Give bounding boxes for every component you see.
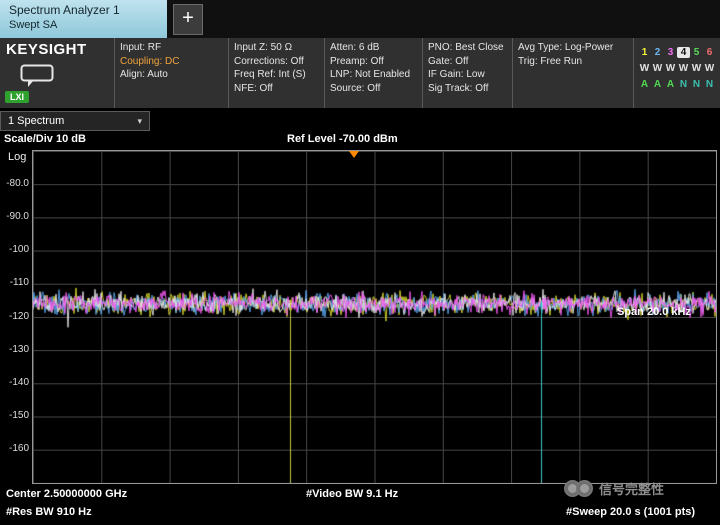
spectrum-analyzer-screen: Spectrum Analyzer 1 Swept SA + KEYSIGHT … <box>0 0 720 525</box>
watermark-text: 信号完整性 <box>599 481 665 497</box>
tab-spectrum-analyzer-1[interactable]: Spectrum Analyzer 1 Swept SA <box>0 0 167 38</box>
status-line: Source: Off <box>330 82 381 94</box>
trace-state[interactable]: A <box>651 79 664 90</box>
trace-type[interactable]: W <box>703 63 716 74</box>
graticule[interactable] <box>32 150 717 484</box>
trace-type[interactable]: W <box>677 63 690 74</box>
status-line: Freq Ref: Int (S) <box>234 69 306 80</box>
window-selector[interactable]: 1 Spectrum ▾ <box>0 111 150 131</box>
trace-type[interactable]: W <box>638 63 651 74</box>
trace-type[interactable]: W <box>664 63 677 74</box>
chevron-down-icon: ▾ <box>137 115 142 126</box>
center-marker-icon <box>349 151 359 158</box>
y-axis-label: -80.0 <box>6 178 29 189</box>
trace-6-number[interactable]: 6 <box>703 47 716 58</box>
y-axis-label: -110 <box>9 277 29 288</box>
trace-5-number[interactable]: 5 <box>690 47 703 58</box>
y-axis-label: -140 <box>8 377 29 388</box>
trace-state[interactable]: N <box>690 79 703 90</box>
y-axis-label: -100 <box>8 244 29 255</box>
res-bw-readout[interactable]: #Res BW 910 Hz <box>6 506 92 518</box>
tab-title: Spectrum Analyzer 1 <box>9 3 120 17</box>
status-line: PNO: Best Close <box>428 42 504 53</box>
y-axis-label: -160 <box>8 443 29 454</box>
trace-state[interactable]: A <box>638 79 651 90</box>
trace-type[interactable]: W <box>651 63 664 74</box>
status-group-avg-trig[interactable]: Avg Type: Log-Power Trig: Free Run <box>512 38 632 108</box>
lxi-badge: LXI <box>5 91 30 103</box>
trace-2-number[interactable]: 2 <box>651 47 664 58</box>
status-line: Input Z: 50 Ω <box>234 42 293 53</box>
trace-status-panel[interactable]: 123456 WWWWWW AAANNN <box>633 38 718 108</box>
log-scale-label: Log <box>8 151 27 163</box>
status-group-atten[interactable]: Atten: 6 dB Preamp: Off LNP: Not Enabled… <box>324 38 422 108</box>
trace-types-row: WWWWWW <box>638 58 718 74</box>
video-bw-readout[interactable]: #Video BW 9.1 Hz <box>306 488 398 500</box>
status-line: Sig Track: Off <box>428 82 489 94</box>
trace-numbers-row: 123456 <box>638 42 718 58</box>
status-line: Corrections: Off <box>234 55 304 67</box>
status-group-input[interactable]: Input: RF Coupling: DC Align: Auto <box>114 38 228 108</box>
status-line: LNP: Not Enabled <box>330 69 411 80</box>
trace-canvas <box>33 151 716 483</box>
status-line: Gate: Off <box>428 55 469 67</box>
trace-state[interactable]: N <box>703 79 716 90</box>
center-freq-readout[interactable]: Center 2.50000000 GHz <box>6 488 127 500</box>
trace-type[interactable]: W <box>690 63 703 74</box>
watermark-logo-icon <box>576 479 593 497</box>
status-group-pno[interactable]: PNO: Best Close Gate: Off IF Gain: Low S… <box>422 38 512 108</box>
window-selector-label: 1 Spectrum <box>8 115 65 127</box>
y-axis-label: -130 <box>8 344 29 355</box>
sweep-readout[interactable]: #Sweep 20.0 s (1001 pts) <box>566 506 695 518</box>
scale-per-div-readout[interactable]: Scale/Div 10 dB <box>4 133 86 145</box>
tab-subtitle: Swept SA <box>9 19 58 31</box>
status-line: NFE: Off <box>234 82 273 94</box>
status-line: IF Gain: Low <box>428 69 485 80</box>
status-line: Avg Type: Log-Power <box>518 42 614 53</box>
status-line: Atten: 6 dB <box>330 42 380 53</box>
trace-1-number[interactable]: 1 <box>638 47 651 58</box>
status-line: Align: Auto <box>120 69 168 80</box>
trace-state[interactable]: N <box>677 79 690 90</box>
status-line: Preamp: Off <box>330 55 384 67</box>
ref-level-readout[interactable]: Ref Level -70.00 dBm <box>287 133 398 145</box>
status-header: KEYSIGHT LXI Input: RF Coupling: DC Alig… <box>0 38 720 108</box>
add-tab-button[interactable]: + <box>173 4 203 35</box>
span-readout[interactable]: Span 20.0 kHz <box>617 306 691 318</box>
trace-states-row: AAANNN <box>638 74 718 90</box>
watermark: 信号完整性 <box>564 478 664 498</box>
message-bubble-icon <box>20 64 54 87</box>
y-axis-label: -120 <box>8 311 29 322</box>
trace-3-number[interactable]: 3 <box>664 47 677 58</box>
keysight-logo: KEYSIGHT <box>6 41 87 58</box>
trace-4-number-selected[interactable]: 4 <box>677 47 690 58</box>
y-axis-label: -150 <box>8 410 29 421</box>
y-axis-label: -90.0 <box>6 211 29 222</box>
status-group-corrections[interactable]: Input Z: 50 Ω Corrections: Off Freq Ref:… <box>228 38 324 108</box>
status-line: Input: RF <box>120 42 162 53</box>
status-line: Coupling: DC <box>120 55 180 67</box>
trace-state[interactable]: A <box>664 79 677 90</box>
status-line: Trig: Free Run <box>518 55 583 67</box>
